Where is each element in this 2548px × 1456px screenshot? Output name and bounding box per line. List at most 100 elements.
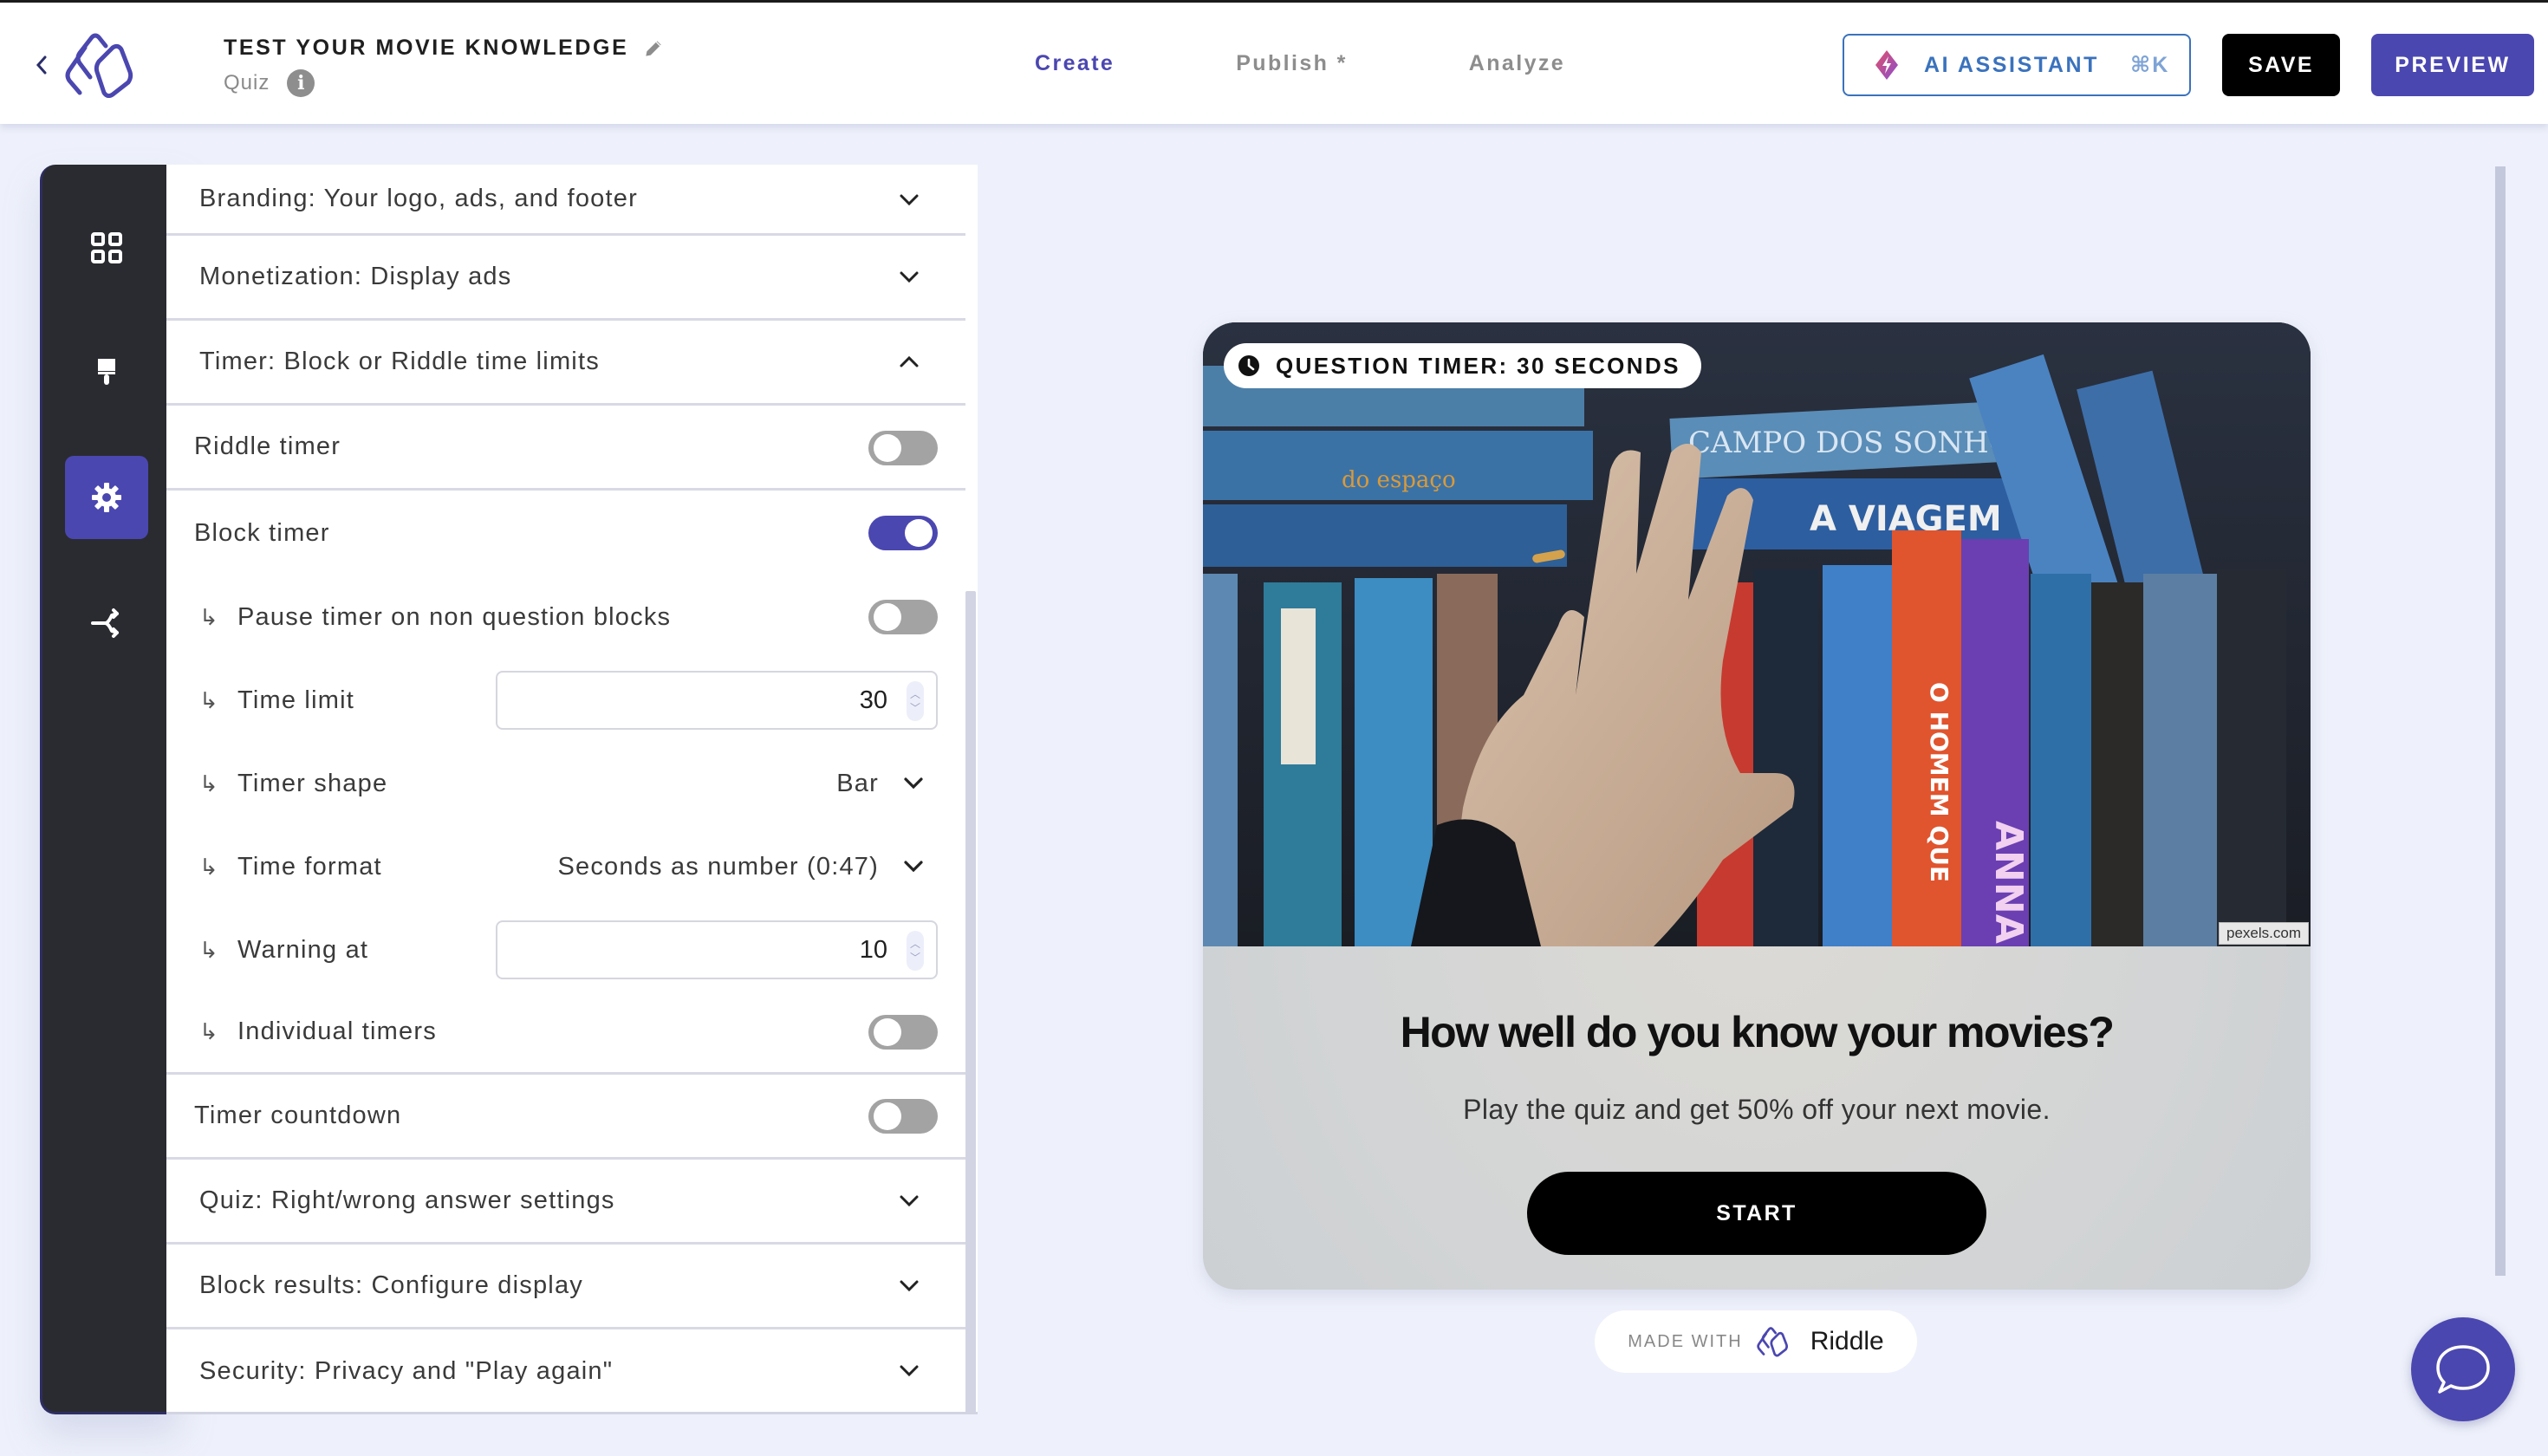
sub-setting-arrow-icon: ↳	[199, 936, 218, 963]
chat-support-button[interactable]	[2411, 1317, 2515, 1421]
individual-timers-toggle[interactable]	[868, 1015, 938, 1050]
sidebar-item-flow[interactable]	[65, 581, 148, 664]
gear-icon	[92, 483, 121, 512]
save-button[interactable]: SAVE	[2222, 34, 2340, 96]
branch-icon	[91, 608, 119, 638]
setting-block-timer: Block timer	[166, 491, 965, 575]
setting-label: Pause timer on non question blocks	[237, 602, 672, 631]
setting-pause-timer: ↳ Pause timer on non question blocks	[166, 575, 965, 659]
accordion-monetization[interactable]: Monetization: Display ads	[166, 236, 965, 321]
setting-timer-countdown: Timer countdown	[166, 1075, 965, 1160]
grid-icon	[91, 232, 122, 263]
ai-assistant-button[interactable]: AI ASSISTANT ⌘K	[1843, 34, 2191, 96]
riddle-logo[interactable]	[61, 32, 156, 98]
setting-label: Riddle timer	[194, 432, 341, 460]
question-timer-badge: QUESTION TIMER: 30 SECONDS	[1224, 343, 1701, 388]
page-title: TEST YOUR MOVIE KNOWLEDGE	[224, 36, 629, 60]
tab-create[interactable]: Create	[1023, 46, 1127, 81]
accordion-branding[interactable]: Branding: Your logo, ads, and footer	[166, 165, 965, 236]
timer-countdown-toggle[interactable]	[868, 1099, 938, 1134]
setting-label: Timer shape	[237, 769, 388, 797]
lightning-diamond-icon	[1875, 50, 1898, 80]
accordion-title: Monetization: Display ads	[199, 263, 512, 290]
warning-at-spinner[interactable]: ︿ ﹀	[907, 931, 924, 971]
time-limit-input[interactable]: 30 ︿ ﹀	[496, 671, 938, 730]
sub-setting-arrow-icon: ↳	[199, 686, 218, 713]
tab-analyze[interactable]: Analyze	[1457, 46, 1577, 81]
warning-at-input[interactable]: 10 ︿ ﹀	[496, 920, 938, 979]
chevron-down-icon[interactable]	[896, 264, 922, 290]
preview-button[interactable]: PREVIEW	[2371, 34, 2534, 96]
setting-label: Block timer	[194, 518, 330, 547]
accordion-quiz[interactable]: Quiz: Right/wrong answer settings	[166, 1160, 965, 1245]
accordion-title: Quiz: Right/wrong answer settings	[199, 1186, 615, 1214]
warning-at-value: 10	[859, 935, 887, 964]
setting-warning-at: ↳ Warning at 10 ︿ ﹀	[166, 908, 965, 991]
setting-riddle-timer: Riddle timer	[166, 406, 965, 491]
chevron-down-icon[interactable]	[896, 1358, 922, 1384]
sidebar-item-settings[interactable]	[65, 456, 148, 539]
chevron-down-icon[interactable]	[896, 187, 922, 213]
image-credit[interactable]: pexels.com	[2219, 922, 2309, 945]
sub-setting-arrow-icon: ↳	[199, 603, 218, 630]
made-with-riddle-badge[interactable]: MADE WITH Riddle	[1595, 1310, 1917, 1373]
setting-time-format[interactable]: ↳ Time format Seconds as number (0:47)	[166, 825, 965, 908]
sidebar-item-design[interactable]	[65, 331, 148, 414]
pencil-icon[interactable]	[642, 37, 665, 60]
setting-label: Time format	[237, 852, 382, 881]
riddle-brand: Riddle	[1810, 1327, 1884, 1355]
settings-scrollbar[interactable]	[965, 591, 976, 1412]
chevron-up-icon[interactable]	[896, 349, 922, 375]
accordion-title: Security: Privacy and "Play again"	[199, 1356, 614, 1385]
chevron-left-icon	[36, 55, 47, 75]
riddle-title: How well do you know your movies?	[1400, 1008, 2115, 1056]
svg-text:do espaço: do espaço	[1342, 467, 1456, 493]
accordion-block-results[interactable]: Block results: Configure display	[166, 1245, 965, 1329]
chat-bubble-icon	[2436, 1345, 2490, 1394]
setting-label: Warning at	[237, 935, 369, 964]
vhs-shelf-image: do espaço CAMPO DOS SONHOS A VIAGEM O HO…	[1203, 322, 2311, 946]
ai-shortcut-hint: ⌘K	[2130, 53, 2170, 77]
svg-text:CAMPO DOS SONHOS: CAMPO DOS SONHOS	[1688, 426, 2033, 460]
editor-sidebar	[40, 165, 179, 1414]
chevron-down-icon[interactable]	[896, 1188, 922, 1214]
time-limit-value: 30	[859, 686, 887, 714]
accordion-timer[interactable]: Timer: Block or Riddle time limits	[166, 321, 965, 406]
sidebar-item-blocks[interactable]	[65, 206, 148, 289]
start-button[interactable]: START	[1527, 1172, 1986, 1255]
chevron-down-icon[interactable]	[901, 855, 926, 879]
sub-setting-arrow-icon: ↳	[199, 770, 218, 796]
tab-publish[interactable]: Publish *	[1224, 46, 1360, 81]
accordion-title: Timer: Block or Riddle time limits	[199, 348, 600, 375]
pause-timer-toggle[interactable]	[868, 600, 938, 634]
setting-label: Individual timers	[237, 1017, 437, 1045]
main-tabs: Create Publish * Analyze	[1023, 46, 1674, 81]
info-icon[interactable]: i	[287, 69, 315, 97]
ai-assistant-label: AI ASSISTANT	[1924, 52, 2100, 77]
riddle-description: Play the quiz and get 50% off your next …	[1463, 1094, 2051, 1125]
preview-scrollbar[interactable]	[2495, 166, 2506, 1276]
riddle-timer-toggle[interactable]	[868, 431, 938, 465]
accordion-security[interactable]: Security: Privacy and "Play again"	[166, 1329, 965, 1412]
clock-icon	[1238, 355, 1259, 376]
chevron-down-icon[interactable]	[901, 771, 926, 796]
timer-shape-select[interactable]: Bar	[836, 770, 879, 798]
time-format-select[interactable]: Seconds as number (0:47)	[557, 853, 879, 881]
block-timer-toggle[interactable]	[868, 516, 938, 550]
setting-timer-shape[interactable]: ↳ Timer shape Bar	[166, 742, 965, 825]
made-with-label: MADE WITH	[1628, 1331, 1743, 1351]
setting-time-limit: ↳ Time limit 30 ︿ ﹀	[166, 659, 965, 742]
setting-individual-timers: ↳ Individual timers	[166, 991, 965, 1075]
setting-label: Time limit	[237, 686, 354, 714]
time-limit-spinner[interactable]: ︿ ﹀	[907, 681, 924, 721]
chevron-down-icon[interactable]	[896, 1273, 922, 1299]
riddle-logo-small	[1756, 1327, 1788, 1357]
svg-text:ANNA: ANNA	[1986, 821, 2031, 944]
back-button[interactable]	[31, 49, 52, 81]
sub-setting-arrow-icon: ↳	[199, 853, 218, 880]
riddle-type: Quiz	[224, 71, 270, 94]
accordion-title: Branding: Your logo, ads, and footer	[199, 185, 638, 212]
accordion-title: Block results: Configure display	[199, 1271, 583, 1299]
paintbrush-icon	[98, 359, 115, 385]
cover-image: do espaço CAMPO DOS SONHOS A VIAGEM O HO…	[1203, 322, 2311, 946]
